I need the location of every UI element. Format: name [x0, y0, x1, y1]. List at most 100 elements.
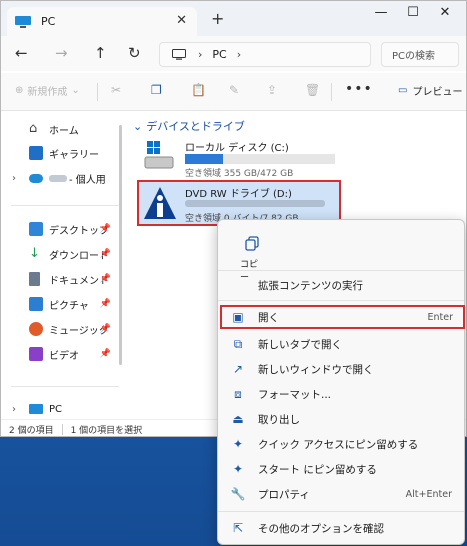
- sidebar-item-downloads[interactable]: ↓ ダウンロード 📌: [1, 243, 119, 265]
- sidebar-item-pictures[interactable]: ピクチャ 📌: [1, 293, 119, 315]
- menu-item-pin-quick-access[interactable]: ✦ クイック アクセスにピン留めする: [222, 432, 462, 456]
- refresh-icon[interactable]: ↻: [128, 44, 141, 62]
- search-input[interactable]: PCの検索: [381, 42, 459, 67]
- maximize-button[interactable]: ☐: [403, 5, 423, 20]
- pin-icon: ✦: [232, 462, 244, 476]
- open-new-tab-icon: ⧉: [233, 336, 243, 351]
- sidebar-item-label: PC: [49, 403, 63, 415]
- drive-name: DVD RW ドライブ (D:): [185, 189, 292, 200]
- close-window-button[interactable]: ✕: [435, 5, 455, 20]
- menu-item-more-options[interactable]: ⇱ その他のオプションを確認: [222, 516, 462, 540]
- sidebar-item-documents[interactable]: ドキュメント 📌: [1, 268, 119, 290]
- sidebar-item-label: ビデオ: [49, 350, 79, 362]
- preview-label: プレビュー: [412, 87, 463, 98]
- pin-icon[interactable]: 📌: [100, 324, 111, 334]
- menu-item-label: フォーマット...: [258, 388, 332, 401]
- command-bar: ⊕ 新規作成 ⌄ ✂ ❐ 📋 ✎ ⇪ 🗑 ••• ▭ プレビュー: [1, 73, 466, 111]
- pin-icon: ✦: [232, 437, 244, 451]
- document-icon: [29, 272, 40, 286]
- sidebar-item-onedrive[interactable]: › - 個人用: [1, 167, 119, 189]
- sidebar-item-gallery[interactable]: ギャラリー: [1, 142, 119, 164]
- menu-item-label: 新しいタブで開く: [258, 338, 342, 351]
- desktop-icon: [29, 222, 43, 236]
- minimize-button[interactable]: —: [371, 5, 391, 20]
- drive-c[interactable]: ローカル ディスク (C:) 空き領域 355 GB/472 GB: [139, 139, 349, 179]
- chevron-right-icon: ›: [198, 48, 203, 61]
- menu-item-label: 新しいウィンドウで開く: [258, 363, 374, 376]
- sidebar-item-pc[interactable]: › PC: [1, 398, 119, 420]
- selected-count: 1 個の項目を選択: [70, 425, 143, 436]
- new-button[interactable]: ⊕ 新規作成 ⌄: [15, 83, 80, 98]
- paste-icon[interactable]: 📋: [191, 83, 206, 97]
- cloud-icon: [29, 173, 43, 183]
- sidebar-item-home[interactable]: ⌂ ホーム: [1, 118, 119, 140]
- preview-pane-button[interactable]: ▭ プレビュー: [398, 83, 462, 98]
- navigation-pane: ⌂ ホーム ギャラリー › - 個人用 デスクトップ 📌 ↓ ダウンロード 📌 …: [1, 112, 125, 418]
- new-tab-button[interactable]: +: [211, 9, 224, 28]
- menu-item-label: プロパティ: [258, 488, 310, 501]
- menu-item-label: 拡張コンテンツの実行: [258, 279, 363, 292]
- back-arrow-icon[interactable]: ←: [15, 44, 28, 62]
- redacted-volume-label: [185, 200, 325, 207]
- menu-item-properties[interactable]: 🔧 プロパティ Alt+Enter: [222, 482, 462, 506]
- sidebar-item-videos[interactable]: ビデオ 📌: [1, 343, 119, 365]
- sidebar-divider: [11, 386, 119, 387]
- close-tab-icon[interactable]: ✕: [176, 13, 187, 28]
- menu-item-open-new-tab[interactable]: ⧉ 新しいタブで開く: [222, 332, 462, 356]
- sidebar-scrollbar[interactable]: [119, 125, 122, 365]
- group-header[interactable]: ⌄ デバイスとドライブ: [133, 118, 245, 134]
- menu-item-format[interactable]: ⧈ フォーマット...: [222, 382, 462, 406]
- chevron-right-icon[interactable]: ›: [12, 404, 16, 415]
- open-new-window-icon: ↗: [232, 362, 244, 376]
- computer-icon: [29, 404, 43, 414]
- breadcrumb-pc[interactable]: PC: [212, 48, 226, 61]
- menu-item-autoplay[interactable]: 拡張コンテンツの実行: [222, 273, 462, 297]
- pin-icon[interactable]: 📌: [100, 299, 111, 309]
- menu-item-label: クイック アクセスにピン留めする: [258, 438, 419, 451]
- menu-divider: [218, 300, 464, 301]
- toolbar-divider: [97, 83, 98, 101]
- tab-title: PC: [41, 15, 56, 28]
- hard-drive-icon: [144, 141, 174, 169]
- wrench-icon: 🔧: [230, 487, 246, 501]
- copy-button[interactable]: コピー: [226, 226, 264, 283]
- navigation-bar: ← → ↑ ↻ › PC › PCの検索: [1, 36, 466, 71]
- pin-icon[interactable]: 📌: [100, 249, 111, 259]
- redacted-name: [49, 175, 67, 182]
- menu-item-eject[interactable]: ⏏ 取り出し: [222, 407, 462, 431]
- blank-icon: [230, 277, 246, 293]
- menu-divider: [218, 511, 464, 512]
- chevron-right-icon[interactable]: ›: [12, 173, 16, 184]
- sidebar-item-music[interactable]: ミュージック 📌: [1, 318, 119, 340]
- menu-item-open[interactable]: ▣ 開く Enter: [220, 305, 465, 329]
- copy-icon: [245, 236, 259, 251]
- group-header-label: デバイスとドライブ: [146, 120, 245, 133]
- up-arrow-icon[interactable]: ↑: [94, 44, 107, 62]
- forward-arrow-icon[interactable]: →: [55, 44, 68, 62]
- menu-item-pin-start[interactable]: ✦ スタート にピン留めする: [222, 457, 462, 481]
- rename-icon[interactable]: ✎: [229, 83, 239, 97]
- pin-icon[interactable]: 📌: [100, 224, 111, 234]
- delete-icon[interactable]: 🗑: [305, 83, 320, 97]
- more-options-button[interactable]: •••: [345, 81, 373, 97]
- new-button-label: 新規作成: [27, 87, 68, 98]
- sidebar-item-desktop[interactable]: デスクトップ 📌: [1, 218, 119, 240]
- gallery-icon: [29, 146, 43, 160]
- monitor-icon: [172, 49, 186, 60]
- copy-icon[interactable]: ❐: [151, 83, 162, 97]
- sidebar-item-label: ホーム: [49, 125, 79, 137]
- address-bar[interactable]: › PC ›: [159, 42, 371, 67]
- cut-icon[interactable]: ✂: [111, 83, 121, 97]
- open-icon: ▣: [232, 310, 244, 324]
- pin-icon[interactable]: 📌: [100, 349, 111, 359]
- eject-icon: ⏏: [232, 412, 244, 426]
- tab-pc[interactable]: PC ✕: [7, 7, 197, 36]
- home-icon: ⌂: [29, 121, 38, 136]
- menu-item-open-new-window[interactable]: ↗ 新しいウィンドウで開く: [222, 357, 462, 381]
- sidebar-item-label: - 個人用: [69, 174, 106, 186]
- share-icon[interactable]: ⇪: [267, 83, 277, 97]
- drive-usage-fill: [185, 154, 223, 164]
- pin-icon[interactable]: 📌: [100, 274, 111, 284]
- dvd-drive-icon: [144, 187, 176, 219]
- drive-usage-bar: [185, 154, 335, 164]
